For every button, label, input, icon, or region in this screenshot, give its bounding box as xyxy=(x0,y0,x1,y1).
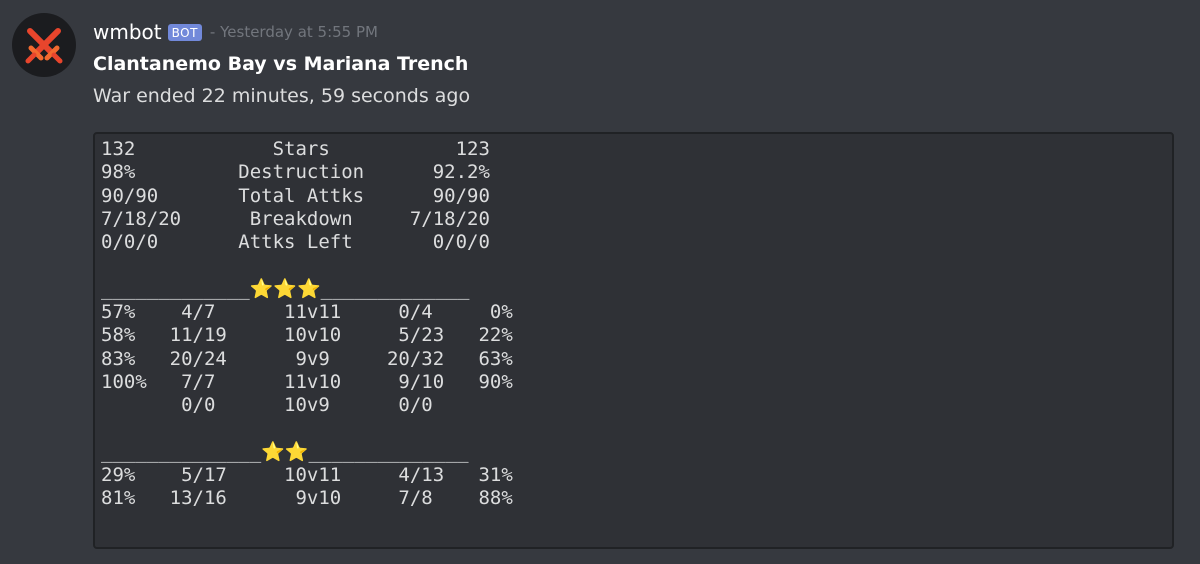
avatar[interactable] xyxy=(12,13,76,77)
code-line: 100% 7/7 11v10 9/10 90% xyxy=(101,370,513,393)
code-line: 29% 5/17 10v11 4/13 31% xyxy=(101,464,513,487)
embed-description: War ended 22 minutes, 59 seconds ago xyxy=(93,85,471,107)
message-timestamp: - Yesterday at 5:55 PM xyxy=(209,23,378,41)
embed-title: Clantanemo Bay vs Mariana Trench xyxy=(93,53,469,75)
code-line: 0/0 10v9 0/0 xyxy=(101,394,433,417)
code-line: 132 Stars 123 xyxy=(101,138,490,160)
code-line: 0/0/0 Attks Left 0/0/0 xyxy=(101,231,490,254)
code-line: 98% Destruction 92.2% xyxy=(101,161,490,184)
code-line: 90/90 Total Attks 90/90 xyxy=(101,184,490,207)
bot-badge: BOT xyxy=(167,23,202,41)
code-line: 58% 11/19 10v10 5/23 22% xyxy=(101,324,513,347)
code-line: _____________⭐⭐⭐_____________ xyxy=(101,277,470,300)
code-line: 57% 4/7 11v11 0/4 0% xyxy=(101,301,513,324)
author-name[interactable]: wmbot xyxy=(93,20,162,44)
code-line: ______________⭐⭐______________ xyxy=(101,440,469,463)
code-line: 83% 20/24 9v9 20/32 63% xyxy=(101,347,513,370)
crossed-swords-icon xyxy=(25,28,63,64)
code-line: 81% 13/16 9v10 7/8 88% xyxy=(101,487,513,510)
war-stats-text: 132 Stars 123 98% Destruction 92.2% 90/90 … xyxy=(101,138,1172,511)
message-header: wmbot BOT - Yesterday at 5:55 PM xyxy=(93,17,378,47)
code-line: 7/18/20 Breakdown 7/18/20 xyxy=(101,207,490,230)
code-block[interactable]: 132 Stars 123 98% Destruction 92.2% 90/90 … xyxy=(93,132,1174,549)
